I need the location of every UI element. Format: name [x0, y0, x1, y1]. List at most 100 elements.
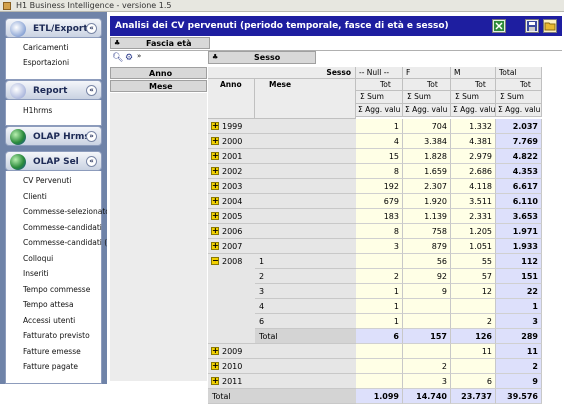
data-cell[interactable]: 758 — [403, 224, 451, 239]
sidebar-item-olap-sel[interactable]: Tempo commesse — [23, 285, 90, 294]
data-cell[interactable]: 6 — [356, 329, 403, 344]
sidebar-item-olap-sel[interactable]: Accessi utenti — [23, 316, 75, 325]
sidebar-item-olap-sel[interactable]: Fatture emesse — [23, 347, 81, 356]
data-cell[interactable]: 6.110 — [496, 194, 542, 209]
expand-icon[interactable]: + — [211, 242, 219, 250]
expand-icon[interactable]: + — [211, 212, 219, 220]
chevron-up-icon[interactable]: « — [86, 85, 97, 96]
data-cell[interactable]: 9 — [496, 374, 542, 389]
sidebar-item-olap-sel[interactable]: Tempo attesa — [23, 300, 74, 309]
data-cell[interactable]: 2 — [356, 269, 403, 284]
row-year-2007[interactable]: 2007 + — [208, 239, 255, 254]
data-cell[interactable]: 151 — [496, 269, 542, 284]
data-cell[interactable] — [356, 254, 403, 269]
save-icon[interactable] — [525, 19, 539, 33]
row-field-anno[interactable]: Anno — [110, 67, 207, 79]
panel-olap-hrms[interactable]: OLAP Hrms » — [5, 126, 102, 146]
column-value-header[interactable]: Total — [496, 67, 542, 79]
data-cell[interactable]: 39.576 — [496, 389, 542, 404]
filter-field-fascia-eta[interactable]: ♣ Fascia età — [110, 37, 210, 49]
data-cell[interactable]: 12 — [451, 284, 496, 299]
data-cell[interactable]: 1.332 — [451, 119, 496, 134]
data-cell[interactable]: 57 — [451, 269, 496, 284]
data-cell[interactable]: 4.353 — [496, 164, 542, 179]
sidebar-item-olap-sel[interactable]: Inseriti — [23, 269, 49, 278]
sidebar-item-h1hrms[interactable]: H1hrms — [23, 106, 52, 115]
data-cell[interactable]: 157 — [403, 329, 451, 344]
row-year-Total[interactable]: Total — [208, 389, 255, 404]
data-cell[interactable] — [403, 344, 451, 359]
data-cell[interactable]: 1.659 — [403, 164, 451, 179]
expand-icon[interactable]: + — [211, 152, 219, 160]
row-year-2002[interactable]: 2002 + — [208, 164, 255, 179]
data-cell[interactable]: 2.979 — [451, 149, 496, 164]
sidebar-item-olap-sel[interactable]: Colloqui — [23, 254, 53, 263]
data-cell[interactable]: 4.381 — [451, 134, 496, 149]
data-cell[interactable]: 289 — [496, 329, 542, 344]
sidebar-item-olap-sel[interactable]: CV Pervenuti — [23, 176, 71, 185]
expand-icon[interactable]: + — [211, 362, 219, 370]
open-folder-icon[interactable] — [543, 19, 557, 33]
data-cell[interactable]: 1 — [496, 299, 542, 314]
data-cell[interactable]: 1.139 — [403, 209, 451, 224]
expand-icon[interactable]: + — [211, 197, 219, 205]
row-header-mese[interactable]: Mese — [255, 79, 356, 119]
data-cell[interactable]: 1.205 — [451, 224, 496, 239]
data-cell[interactable]: 15 — [356, 149, 403, 164]
data-cell[interactable]: 3 — [496, 314, 542, 329]
row-year-2001[interactable]: 2001 + — [208, 149, 255, 164]
data-cell[interactable]: 92 — [403, 269, 451, 284]
row-year-2000[interactable]: 2000 + — [208, 134, 255, 149]
data-cell[interactable]: 1.099 — [356, 389, 403, 404]
excel-export-icon[interactable] — [492, 19, 506, 33]
row-year-2004[interactable]: 2004 + — [208, 194, 255, 209]
sidebar-item-esportazioni[interactable]: Esportazioni — [23, 58, 69, 67]
row-year-2008[interactable]: 2008− — [208, 254, 255, 344]
data-cell[interactable]: 14.740 — [403, 389, 451, 404]
data-cell[interactable]: 879 — [403, 239, 451, 254]
data-cell[interactable]: 6 — [451, 374, 496, 389]
settings-icon[interactable]: ⚙ — [125, 53, 133, 63]
expand-icon[interactable]: + — [211, 122, 219, 130]
column-value-header[interactable]: M — [451, 67, 496, 79]
sidebar-item-olap-sel[interactable]: Fatture pagate — [23, 362, 78, 371]
data-cell[interactable]: 1.920 — [403, 194, 451, 209]
chevron-up-icon[interactable]: « — [86, 156, 97, 167]
column-value-header[interactable]: F — [403, 67, 451, 79]
data-cell[interactable]: 2.331 — [451, 209, 496, 224]
expand-icon[interactable]: + — [211, 182, 219, 190]
data-cell[interactable]: 55 — [451, 254, 496, 269]
data-cell[interactable] — [403, 299, 451, 314]
expand-icon[interactable]: + — [211, 137, 219, 145]
row-year-2011[interactable]: 2011 + — [208, 374, 255, 389]
data-cell[interactable]: 1 — [356, 284, 403, 299]
data-cell[interactable]: 3.384 — [403, 134, 451, 149]
expand-icon[interactable]: + — [211, 167, 219, 175]
data-cell[interactable]: 9 — [403, 284, 451, 299]
data-cell[interactable]: 56 — [403, 254, 451, 269]
data-cell[interactable]: 22 — [496, 284, 542, 299]
data-cell[interactable]: 3 — [356, 239, 403, 254]
data-cell[interactable]: 2.037 — [496, 119, 542, 134]
sidebar-item-olap-sel[interactable]: Fatturato previsto — [23, 331, 90, 340]
data-cell[interactable]: 4.822 — [496, 149, 542, 164]
sidebar-item-caricamenti[interactable]: Caricamenti — [23, 43, 68, 52]
data-cell[interactable]: 126 — [451, 329, 496, 344]
data-cell[interactable]: 11 — [451, 344, 496, 359]
data-cell[interactable]: 2.686 — [451, 164, 496, 179]
expand-icon[interactable]: + — [211, 347, 219, 355]
data-cell[interactable]: 3.511 — [451, 194, 496, 209]
panel-olap-sel[interactable]: OLAP Sel « — [5, 151, 102, 171]
data-cell[interactable]: 679 — [356, 194, 403, 209]
row-year-2005[interactable]: 2005 + — [208, 209, 255, 224]
data-cell[interactable]: 1.828 — [403, 149, 451, 164]
data-cell[interactable]: 8 — [356, 164, 403, 179]
row-year-2009[interactable]: 2009 + — [208, 344, 255, 359]
data-cell[interactable]: 1.933 — [496, 239, 542, 254]
data-cell[interactable]: 7.769 — [496, 134, 542, 149]
data-cell[interactable]: 4 — [356, 134, 403, 149]
row-year-2003[interactable]: 2003 + — [208, 179, 255, 194]
sidebar-item-olap-sel[interactable]: Commesse-candidati (2) — [23, 238, 115, 247]
data-cell[interactable] — [451, 299, 496, 314]
data-cell[interactable]: 11 — [496, 344, 542, 359]
